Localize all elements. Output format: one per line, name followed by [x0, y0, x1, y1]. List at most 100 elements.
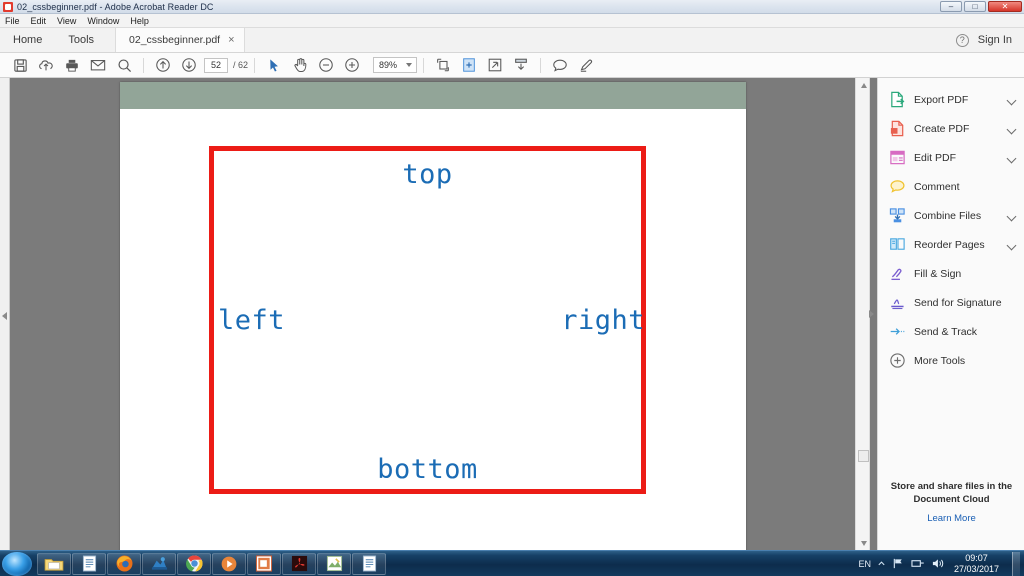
tools-panel: Export PDF Create PDF Edit PDF Comment C… — [877, 78, 1024, 550]
combine-files-icon — [889, 208, 905, 223]
tool-send-for-signature[interactable]: Send for Signature — [878, 288, 1024, 317]
menu-item-help[interactable]: Help — [130, 16, 149, 26]
page-total-label: / 62 — [233, 60, 249, 70]
tool-create-pdf[interactable]: Create PDF — [878, 114, 1024, 143]
taskbar-paint-icon[interactable] — [317, 552, 351, 575]
tool-label: Send & Track — [914, 325, 978, 338]
tool-label: Export PDF — [914, 93, 969, 106]
more-tools-icon — [890, 353, 905, 368]
window-controls: – □ ✕ — [940, 1, 1022, 12]
close-button[interactable]: ✕ — [988, 1, 1022, 12]
tray-expand-icon[interactable] — [877, 559, 886, 568]
show-desktop-button[interactable] — [1012, 551, 1020, 576]
menu-item-edit[interactable]: Edit — [31, 16, 47, 26]
menu-item-view[interactable]: View — [57, 16, 76, 26]
tool-combine-files[interactable]: Combine Files — [878, 201, 1024, 230]
menu-item-window[interactable]: Window — [87, 16, 119, 26]
page-down-icon[interactable] — [176, 54, 202, 76]
select-cursor-icon[interactable] — [261, 54, 287, 76]
red-box-diagram: top left right bottom — [209, 146, 646, 494]
taskbar-explorer-icon[interactable] — [37, 552, 71, 575]
taskbar-blue-app-icon[interactable] — [142, 552, 176, 575]
tool-more-tools[interactable]: More Tools — [878, 346, 1024, 375]
comment-icon[interactable] — [547, 54, 573, 76]
tool-send-track[interactable]: Send & Track — [878, 317, 1024, 346]
toolbar-separator-3 — [423, 57, 425, 73]
zoom-level-select[interactable]: 89% — [373, 57, 418, 73]
scrollbar-thumb[interactable] — [858, 450, 869, 462]
tab-home[interactable]: Home — [0, 28, 55, 52]
tool-fill-sign[interactable]: Fill & Sign — [878, 259, 1024, 288]
left-panel-expand-icon[interactable] — [2, 312, 7, 320]
chevron-down-icon[interactable] — [1008, 212, 1016, 220]
tool-comment[interactable]: Comment — [878, 172, 1024, 201]
create-pdf-icon — [890, 120, 904, 137]
vertical-scrollbar[interactable] — [855, 78, 870, 550]
taskbar-word-document-icon[interactable] — [72, 552, 106, 575]
tab-tools[interactable]: Tools — [55, 28, 107, 52]
language-indicator[interactable]: EN — [858, 559, 871, 569]
fit-page-icon[interactable] — [456, 54, 482, 76]
taskbar-chrome-icon[interactable] — [177, 552, 211, 575]
scroll-up-icon[interactable] — [856, 78, 871, 92]
menu-item-file[interactable]: File — [5, 16, 20, 26]
tool-edit-pdf[interactable]: Edit PDF — [878, 143, 1024, 172]
scroll-mode-icon[interactable] — [508, 54, 534, 76]
edit-pdf-icon — [890, 150, 905, 165]
taskbar-items — [37, 552, 386, 575]
label-right: right — [561, 305, 645, 336]
maximize-button[interactable]: □ — [964, 1, 986, 12]
action-center-flag-icon[interactable] — [892, 557, 905, 570]
page-number-input[interactable]: 52 — [204, 57, 228, 73]
label-left: left — [218, 305, 286, 336]
tool-reorder-pages[interactable]: Reorder Pages — [878, 230, 1024, 259]
tool-label: Reorder Pages — [914, 238, 985, 251]
minimize-button[interactable]: – — [940, 1, 962, 12]
zoom-in-icon[interactable] — [339, 54, 365, 76]
fullscreen-icon[interactable] — [482, 54, 508, 76]
document-viewer[interactable]: top left right bottom — [0, 78, 877, 550]
help-icon[interactable]: ? — [955, 33, 969, 47]
highlighter-icon[interactable] — [573, 54, 599, 76]
chevron-down-icon[interactable] — [1008, 241, 1016, 249]
search-icon[interactable] — [111, 54, 137, 76]
tab-close-icon[interactable]: × — [228, 34, 234, 46]
taskbar-media-player-icon[interactable] — [212, 552, 246, 575]
tab-document-label: 02_cssbeginner.pdf — [129, 34, 221, 46]
print-icon[interactable] — [59, 54, 85, 76]
chevron-down-icon[interactable] — [1008, 125, 1016, 133]
fit-width-icon[interactable] — [430, 54, 456, 76]
reorder-pages-icon — [890, 238, 905, 250]
taskbar-firefox-icon[interactable] — [107, 552, 141, 575]
sign-in-button[interactable]: Sign In — [978, 34, 1012, 46]
title-bar: 02_cssbeginner.pdf - Adobe Acrobat Reade… — [0, 0, 1024, 14]
network-icon[interactable] — [911, 557, 925, 570]
tool-export-pdf[interactable]: Export PDF — [878, 85, 1024, 114]
chevron-down-icon[interactable] — [1008, 154, 1016, 162]
taskbar-clock[interactable]: 09:07 27/03/2017 — [951, 553, 1002, 575]
taskbar-word-document-2-icon[interactable] — [352, 552, 386, 575]
system-tray: EN 09:07 27/03/2017 — [858, 551, 1024, 576]
scroll-down-icon[interactable] — [856, 536, 871, 550]
zoom-out-icon[interactable] — [313, 54, 339, 76]
volume-icon[interactable] — [931, 557, 945, 570]
page-up-icon[interactable] — [150, 54, 176, 76]
learn-more-link[interactable]: Learn More — [888, 513, 1015, 524]
taskbar-acrobat-icon[interactable] — [282, 552, 316, 575]
tool-label: Create PDF — [914, 122, 970, 135]
upload-cloud-icon[interactable] — [33, 54, 59, 76]
hand-tool-icon[interactable] — [287, 54, 313, 76]
save-icon[interactable] — [7, 54, 33, 76]
chevron-down-icon[interactable] — [1008, 96, 1016, 104]
toolbar-separator-2 — [254, 57, 256, 73]
taskbar-powerpoint-icon[interactable] — [247, 552, 281, 575]
application-window: 02_cssbeginner.pdf - Adobe Acrobat Reade… — [0, 0, 1024, 576]
comment-icon — [890, 180, 905, 193]
email-icon[interactable] — [85, 54, 111, 76]
tab-document[interactable]: 02_cssbeginner.pdf × — [115, 28, 245, 52]
clock-time: 09:07 — [965, 552, 988, 563]
start-button[interactable] — [2, 551, 32, 576]
export-pdf-icon — [891, 91, 905, 108]
right-panel-collapse-icon[interactable] — [869, 310, 874, 318]
page-header-band — [120, 82, 746, 109]
